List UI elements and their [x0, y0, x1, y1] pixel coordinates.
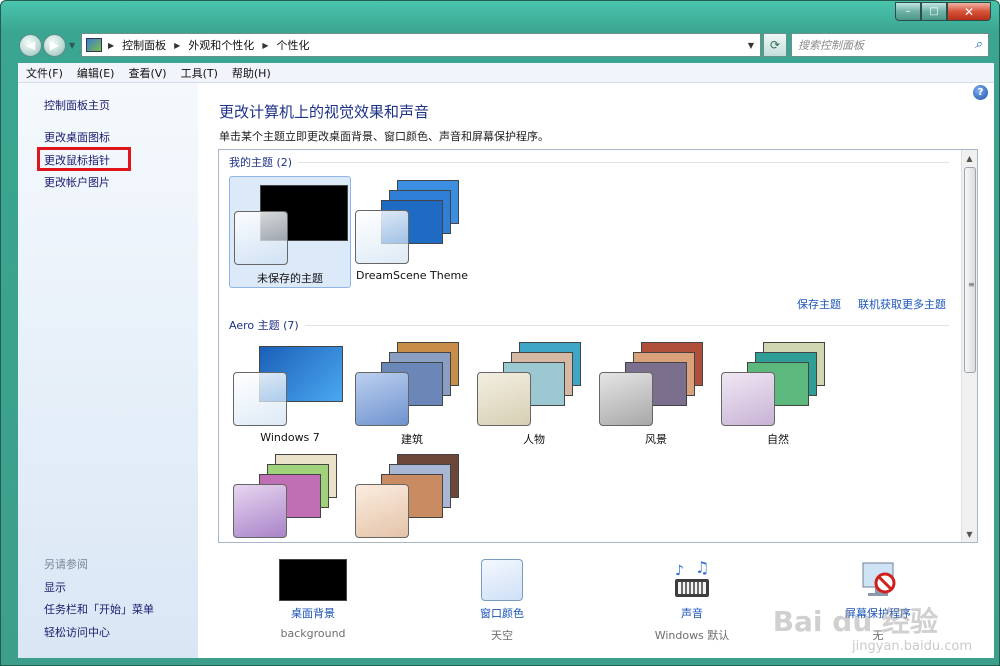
address-bar[interactable]: ▶ 控制面板 ▶ 外观和个性化 ▶ 个性化 ▼	[81, 33, 761, 57]
desktop-background-value: background	[280, 627, 346, 640]
my-themes-header-label: 我的主题 (2)	[229, 156, 293, 169]
address-dropdown-chevron-icon[interactable]: ▼	[748, 41, 754, 50]
control-panel-window: – □ ✕ ◀ ▶ ▼ ▶ 控制面板 ▶ 外观和个性化 ▶ 个性化 ▼ ⟳ 搜索…	[0, 0, 1000, 666]
theme-united-states[interactable]	[351, 450, 473, 542]
theme-color-preview	[355, 210, 409, 264]
theme-label: 建筑	[401, 433, 423, 446]
theme-color-preview	[234, 211, 288, 265]
grip-icon: ≡	[968, 280, 975, 289]
theme-label: 风景	[645, 433, 667, 446]
sounds-label[interactable]: 声音	[627, 605, 757, 621]
breadcrumb-personalization[interactable]: 个性化	[276, 37, 309, 53]
breadcrumb-separator[interactable]: ▶	[174, 41, 180, 50]
theme-label: DreamScene Theme	[356, 269, 468, 282]
window-color-value: 天空	[491, 629, 513, 642]
theme-label: Windows 7	[260, 431, 320, 444]
window-color-label[interactable]: 窗口颜色	[437, 605, 567, 621]
help-icon[interactable]: ?	[973, 85, 988, 100]
menu-file[interactable]: 文件(F)	[26, 65, 63, 81]
theme-architecture[interactable]: 建筑	[351, 338, 473, 450]
my-themes-header[interactable]: 我的主题 (2)	[229, 154, 949, 170]
theme-landscapes[interactable]: 风景	[595, 338, 717, 450]
theme-list-scrollbar[interactable]: ▲ ≡ ▼	[961, 150, 977, 542]
theme-color-preview	[233, 372, 287, 426]
menu-view[interactable]: 查看(V)	[128, 65, 166, 81]
theme-color-preview	[599, 372, 653, 426]
change-account-picture-link[interactable]: 更改帐户图片	[44, 174, 110, 190]
control-panel-home-link[interactable]: 控制面板主页	[44, 97, 110, 113]
change-mouse-pointers-link[interactable]: 更改鼠标指针	[44, 152, 110, 168]
refresh-icon: ⟳	[769, 38, 781, 52]
desktop-background-setting[interactable]: 桌面背景 background	[248, 559, 378, 640]
theme-windows7[interactable]: Windows 7	[229, 338, 351, 450]
theme-color-preview	[355, 484, 409, 538]
search-placeholder: 搜索控制面板	[798, 39, 864, 52]
menu-tools[interactable]: 工具(T)	[181, 65, 218, 81]
refresh-button[interactable]: ⟳	[763, 33, 787, 57]
theme-label: 自然	[767, 433, 789, 446]
baidu-watermark-url: jingyan.baidu.com	[852, 639, 972, 654]
theme-color-preview	[477, 372, 531, 426]
svg-text:♫: ♫	[695, 559, 709, 577]
forward-button[interactable]: ▶	[43, 33, 66, 57]
screen-saver-icon	[855, 559, 901, 601]
menu-help[interactable]: 帮助(H)	[232, 65, 271, 81]
breadcrumb-appearance[interactable]: 外观和个性化	[188, 37, 254, 53]
client-area: 控制面板主页 更改桌面图标 更改鼠标指针 更改帐户图片 另请参阅 显示 任务栏和…	[18, 83, 994, 658]
ease-of-access-link[interactable]: 轻松访问中心	[44, 624, 110, 640]
baidu-watermark: Bai du 经验	[772, 605, 938, 638]
theme-color-preview	[355, 372, 409, 426]
minimize-button[interactable]: –	[895, 2, 921, 21]
save-theme-link[interactable]: 保存主题	[797, 296, 841, 312]
theme-color-preview	[233, 484, 287, 538]
theme-characters[interactable]: 人物	[473, 338, 595, 450]
theme-unsaved[interactable]: 未保存的主题	[229, 176, 351, 288]
page-subtitle: 单击某个主题立即更改桌面背景、窗口颜色、声音和屏幕保护程序。	[219, 130, 549, 143]
aero-themes-header[interactable]: Aero 主题 (7)	[229, 317, 949, 333]
svg-text:♪: ♪	[675, 563, 684, 579]
recent-pages-chevron-icon[interactable]: ▼	[69, 41, 75, 50]
maximize-button[interactable]: □	[921, 2, 947, 21]
control-panel-icon	[86, 38, 102, 52]
sounds-icon: ♪ ♫	[669, 558, 715, 601]
search-input[interactable]: 搜索控制面板 ⌕	[791, 33, 989, 57]
window-color-preview	[481, 559, 523, 601]
menu-edit[interactable]: 编辑(E)	[77, 65, 115, 81]
window-color-setting[interactable]: 窗口颜色 天空	[437, 559, 567, 643]
get-more-themes-link[interactable]: 联机获取更多主题	[858, 296, 946, 312]
menu-bar: 文件(F) 编辑(E) 查看(V) 工具(T) 帮助(H)	[18, 63, 994, 83]
theme-label: 人物	[523, 433, 545, 446]
scroll-thumb[interactable]: ≡	[964, 167, 976, 373]
sounds-setting[interactable]: ♪ ♫ 声音 Windows 默认	[627, 558, 757, 643]
back-button[interactable]: ◀	[19, 33, 42, 57]
theme-dreamscene[interactable]: DreamScene Theme	[351, 176, 473, 288]
task-pane: 控制面板主页 更改桌面图标 更改鼠标指针 更改帐户图片 另请参阅 显示 任务栏和…	[18, 83, 198, 658]
theme-color-preview	[721, 372, 775, 426]
taskbar-start-menu-link[interactable]: 任务栏和「开始」菜单	[44, 601, 154, 617]
breadcrumb-control-panel[interactable]: 控制面板	[122, 37, 166, 53]
search-icon[interactable]: ⌕	[975, 37, 982, 52]
theme-nature[interactable]: 自然	[717, 338, 839, 450]
close-button[interactable]: ✕	[947, 2, 991, 21]
aero-themes-header-label: Aero 主题 (7)	[229, 319, 299, 332]
theme-scenes[interactable]	[229, 450, 351, 542]
desktop-background-label[interactable]: 桌面背景	[248, 605, 378, 621]
scroll-up-arrow-icon[interactable]: ▲	[962, 150, 977, 166]
see-also-heading: 另请参阅	[44, 558, 88, 571]
breadcrumb-separator[interactable]: ▶	[262, 41, 268, 50]
theme-label: 未保存的主题	[257, 272, 323, 285]
scroll-down-arrow-icon[interactable]: ▼	[962, 526, 977, 542]
desktop-background-preview	[279, 559, 347, 601]
caption-buttons: – □ ✕	[895, 2, 991, 21]
change-desktop-icons-link[interactable]: 更改桌面图标	[44, 129, 110, 145]
navigation-bar: ◀ ▶ ▼ ▶ 控制面板 ▶ 外观和个性化 ▶ 个性化 ▼ ⟳ 搜索控制面板 ⌕	[19, 31, 989, 59]
sounds-value: Windows 默认	[654, 629, 730, 642]
display-link[interactable]: 显示	[44, 579, 66, 595]
theme-list: 我的主题 (2) 未保存的主题 DreamScene Theme 保存主题 联机…	[218, 149, 978, 543]
page-title: 更改计算机上的视觉效果和声音	[219, 103, 430, 121]
breadcrumb-separator[interactable]: ▶	[108, 41, 114, 50]
